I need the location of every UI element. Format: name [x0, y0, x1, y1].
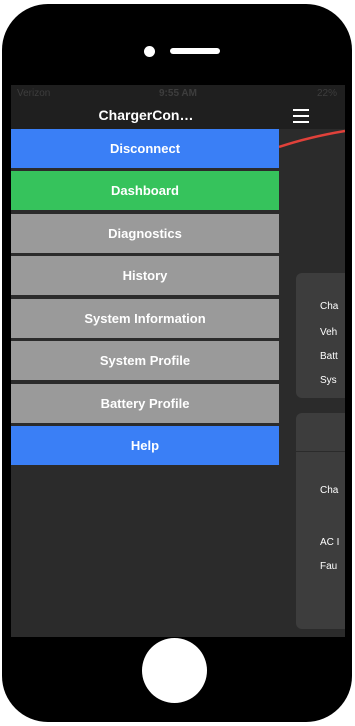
carrier-label: Verizon: [17, 88, 51, 99]
panel-text: Batt: [320, 351, 338, 362]
earpiece-speaker: [170, 48, 220, 54]
navigation-bar: ChargerCon…: [11, 103, 345, 129]
status-bar: Verizon 9:55 AM 22%: [11, 85, 345, 103]
hamburger-menu-icon[interactable]: [293, 109, 309, 123]
menu-item-help[interactable]: Help: [11, 426, 279, 465]
panel-header: [296, 413, 345, 452]
menu-item-battery-profile[interactable]: Battery Profile: [11, 384, 279, 423]
panel-text: Veh: [320, 327, 338, 338]
menu-item-diagnostics[interactable]: Diagnostics: [11, 214, 279, 253]
status-time: 9:55 AM: [159, 88, 197, 99]
menu-item-dashboard[interactable]: Dashboard: [11, 171, 279, 210]
disconnect-button[interactable]: Disconnect: [11, 129, 279, 168]
panel-text: Fau: [320, 561, 338, 572]
dashboard-page-behind: Cha Veh Batt Sys Cha AC I Fau NO 0 M: [279, 129, 345, 637]
side-menu: Disconnect Dashboard Diagnostics History…: [11, 129, 279, 637]
charger-panel: Cha AC I Fau: [296, 413, 345, 629]
front-camera: [144, 46, 155, 57]
status-panel: Cha Veh Batt Sys: [296, 273, 345, 398]
menu-item-history[interactable]: History: [11, 256, 279, 295]
phone-screen: Verizon 9:55 AM 22% ChargerCon… Cha Veh …: [11, 85, 345, 637]
home-button[interactable]: [142, 638, 207, 703]
app-title: ChargerCon…: [98, 107, 194, 123]
menu-item-system-profile[interactable]: System Profile: [11, 341, 279, 380]
phone-frame: Verizon 9:55 AM 22% ChargerCon… Cha Veh …: [2, 4, 352, 722]
panel-text: Cha: [320, 301, 339, 312]
menu-item-system-information[interactable]: System Information: [11, 299, 279, 338]
gauge-arc: [279, 129, 345, 149]
battery-percent: 22%: [316, 88, 337, 99]
panel-text: Sys: [320, 375, 337, 386]
panel-text: Cha: [320, 485, 339, 496]
panel-text: AC I: [320, 537, 340, 548]
